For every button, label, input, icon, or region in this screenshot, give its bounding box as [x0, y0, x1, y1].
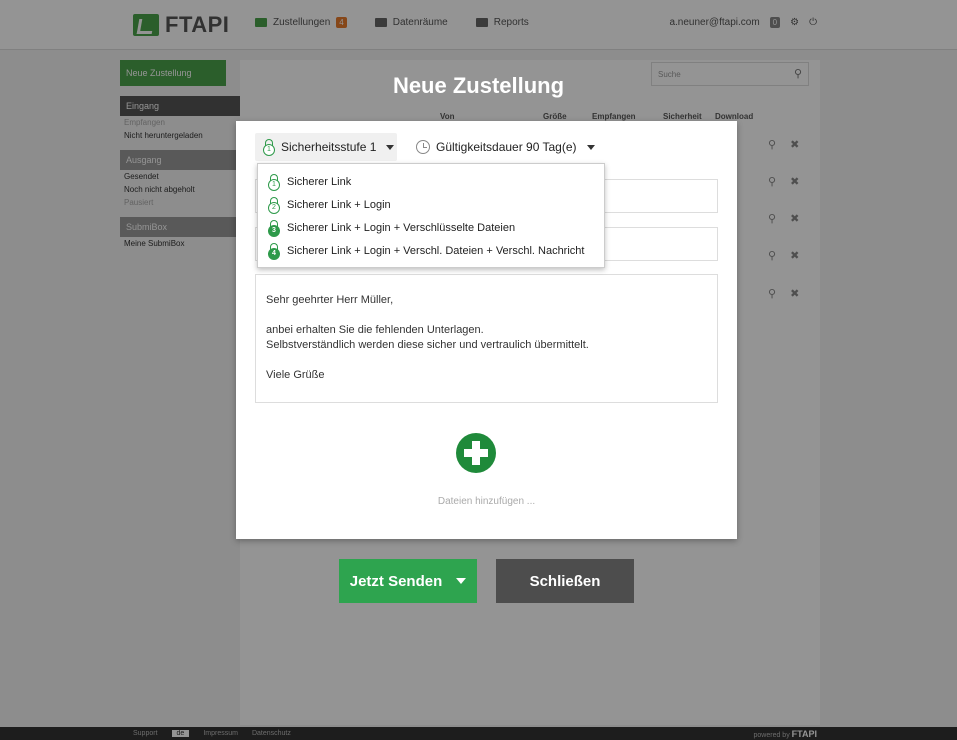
security-level-select[interactable]: 1 Sicherheitsstufe 1 — [255, 133, 397, 161]
message-line: anbei erhalten Sie die fehlenden Unterla… — [266, 324, 484, 336]
security-level-dropdown: 1 Sicherer Link 2 Sicherer Link + Login … — [257, 163, 605, 268]
option-label: Sicherer Link + Login + Verschl. Dateien… — [287, 244, 585, 257]
security-option-4[interactable]: 4 Sicherer Link + Login + Verschl. Datei… — [258, 239, 604, 262]
closed-lock-icon: 3 — [268, 219, 280, 237]
security-option-1[interactable]: 1 Sicherer Link — [258, 170, 604, 193]
security-option-2[interactable]: 2 Sicherer Link + Login — [258, 193, 604, 216]
option-label: Sicherer Link + Login + Verschlüsselte D… — [287, 221, 516, 234]
closed-lock-icon: 4 — [268, 242, 280, 260]
option-label: Sicherer Link + Login — [287, 198, 391, 211]
modal-title: Neue Zustellung — [392, 73, 565, 98]
message-greeting: Sehr geehrter Herr Müller, — [266, 294, 394, 306]
message-textarea[interactable]: Sehr geehrter Herr Müller, anbei erhalte… — [255, 274, 718, 403]
send-now-button[interactable]: Jetzt Senden — [339, 559, 477, 603]
chevron-down-icon — [386, 144, 395, 150]
send-label: Jetzt Senden — [349, 572, 443, 590]
chevron-down-icon — [586, 144, 595, 150]
col-head-received: Empfangen — [592, 112, 636, 121]
col-head-download: Download — [715, 112, 754, 121]
chevron-down-icon[interactable] — [456, 578, 467, 584]
message-line: Selbstverständlich werden diese sicher u… — [266, 339, 589, 351]
add-files-label[interactable]: Dateien hinzufügen ... — [236, 496, 737, 507]
open-lock-icon: 1 — [268, 173, 280, 191]
security-level-value: Sicherheitsstufe 1 — [281, 140, 377, 154]
validity-value: Gültigkeitsdauer 90 Tag(e) — [436, 140, 577, 154]
add-files-plus-icon[interactable] — [456, 433, 496, 473]
col-head-security: Sicherheit — [663, 112, 702, 121]
message-closing: Viele Grüße — [266, 369, 325, 381]
open-lock-icon: 2 — [268, 196, 280, 214]
security-option-3[interactable]: 3 Sicherer Link + Login + Verschlüsselte… — [258, 216, 604, 239]
clock-icon — [416, 140, 430, 154]
col-head-from: Von — [440, 112, 455, 121]
open-lock-icon: 1 — [263, 139, 275, 156]
option-label: Sicherer Link — [287, 175, 352, 188]
col-head-size: Größe — [543, 112, 567, 121]
validity-select[interactable]: Gültigkeitsdauer 90 Tag(e) — [416, 133, 595, 161]
close-button[interactable]: Schließen — [496, 559, 634, 603]
